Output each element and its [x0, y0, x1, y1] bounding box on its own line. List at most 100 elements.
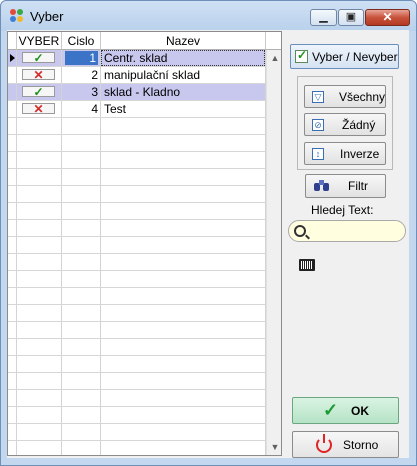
invert-label: Inverze — [340, 143, 379, 164]
cancel-button[interactable]: Storno — [292, 431, 399, 458]
title-bar[interactable]: Vyber ▁ ▣ ✕ — [1, 1, 416, 31]
empty-cell — [62, 220, 101, 236]
empty-cell — [101, 288, 266, 304]
focus-rectangle — [101, 50, 265, 66]
name-value[interactable]: manipulační sklad — [101, 67, 266, 83]
row-indicator — [8, 50, 17, 66]
empty-cell — [101, 203, 266, 219]
cross-icon: ✕ — [33, 102, 44, 116]
empty-cell — [62, 373, 101, 389]
empty-cell — [8, 390, 17, 406]
empty-cell — [8, 169, 17, 185]
select-cell[interactable]: ✓ — [17, 50, 62, 66]
select-cell[interactable]: ✕ — [17, 101, 62, 117]
select-cell[interactable]: ✓ — [17, 84, 62, 100]
empty-cell — [101, 220, 266, 236]
column-header-cislo[interactable]: Cislo — [62, 32, 101, 50]
empty-cell — [17, 271, 62, 287]
toggle-select-button[interactable]: ✓ Vyber / Nevyber — [290, 44, 399, 69]
empty-cell — [101, 373, 266, 389]
empty-cell — [8, 424, 17, 440]
current-row-arrow-icon — [10, 54, 15, 62]
column-header-nazev[interactable]: Nazev — [101, 32, 266, 50]
empty-cell — [8, 118, 17, 134]
select-none-label: Žádný — [342, 114, 375, 135]
header-corner — [266, 32, 281, 50]
select-cell[interactable]: ✕ — [17, 67, 62, 83]
select-checkbox[interactable]: ✕ — [22, 102, 55, 116]
empty-cell — [101, 322, 266, 338]
invert-selection-button[interactable]: ↕ Inverze — [304, 142, 386, 165]
close-button[interactable]: ✕ — [365, 9, 410, 26]
empty-cell — [62, 322, 101, 338]
empty-cell — [101, 254, 266, 270]
name-value[interactable]: Test — [101, 101, 266, 117]
number-cell[interactable]: 1 — [62, 50, 101, 66]
empty-cell — [8, 135, 17, 151]
number-value[interactable]: 4 — [62, 101, 101, 117]
empty-cell — [17, 254, 62, 270]
checkbox-icon: ✓ — [295, 48, 308, 63]
window-title: Vyber — [30, 9, 64, 24]
ok-button[interactable]: ✓ OK — [292, 397, 399, 424]
select-none-button[interactable]: ⊘ Žádný — [304, 113, 386, 136]
empty-row — [8, 305, 266, 322]
search-label: Hledej Text: — [311, 203, 374, 217]
empty-cell — [17, 356, 62, 372]
scroll-up-arrow-icon[interactable]: ▲ — [267, 50, 281, 66]
empty-row — [8, 220, 266, 237]
select-checkbox[interactable]: ✓ — [22, 85, 55, 99]
table-row[interactable]: ✕ 2 manipulační sklad — [8, 67, 266, 84]
minimize-button[interactable]: ▁ — [310, 9, 337, 26]
number-value[interactable]: 2 — [62, 67, 101, 83]
empty-cell — [101, 271, 266, 287]
invert-text: Inverze — [340, 146, 380, 161]
empty-cell — [8, 220, 17, 236]
name-cell[interactable]: Centr. sklad — [101, 50, 266, 66]
vertical-scrollbar[interactable]: ▲ ▼ — [266, 50, 281, 455]
select-checkbox[interactable]: ✓ — [22, 51, 55, 65]
empty-cell — [101, 407, 266, 423]
empty-row — [8, 135, 266, 152]
empty-cell — [101, 441, 266, 455]
empty-cell — [17, 118, 62, 134]
filter-button[interactable]: Filtr — [305, 174, 386, 198]
empty-cell — [62, 203, 101, 219]
check-icon: ✓ — [33, 51, 44, 65]
table-row[interactable]: ✓ 1 Centr. sklad — [8, 50, 266, 67]
empty-row — [8, 152, 266, 169]
check-icon: ✓ — [323, 400, 339, 420]
maximize-icon: ▣ — [345, 11, 357, 23]
table-row[interactable]: ✕ 4 Test — [8, 101, 266, 118]
empty-row — [8, 390, 266, 407]
empty-cell — [62, 356, 101, 372]
empty-cell — [8, 186, 17, 202]
data-grid[interactable]: VYBER Cislo Nazev ✓ 1 Centr. sklad ✕ 2 m… — [7, 31, 282, 456]
empty-cell — [62, 169, 101, 185]
empty-row — [8, 203, 266, 220]
empty-cell — [17, 237, 62, 253]
empty-cell — [8, 356, 17, 372]
maximize-button[interactable]: ▣ — [338, 9, 364, 26]
cancel-label: Storno — [343, 437, 379, 452]
empty-cell — [62, 288, 101, 304]
filter-label: Filtr — [348, 179, 368, 193]
name-value[interactable]: sklad - Kladno — [101, 84, 266, 100]
number-value[interactable]: 3 — [62, 84, 101, 100]
barcode-icon[interactable] — [299, 259, 315, 271]
row-indicator — [8, 67, 17, 83]
table-row[interactable]: ✓ 3 sklad - Kladno — [8, 84, 266, 101]
empty-cell — [17, 203, 62, 219]
select-all-button[interactable]: ▽ Všechny — [304, 85, 386, 108]
column-header-vyber[interactable]: VYBER — [17, 32, 62, 50]
app-icon — [10, 9, 24, 23]
empty-row — [8, 118, 266, 135]
search-input[interactable] — [288, 220, 406, 242]
empty-row — [8, 254, 266, 271]
select-all-text: Všechny — [339, 89, 386, 104]
cross-icon: ✕ — [33, 68, 44, 82]
empty-cell — [62, 339, 101, 355]
select-checkbox[interactable]: ✕ — [22, 68, 55, 82]
empty-row — [8, 322, 266, 339]
scroll-down-arrow-icon[interactable]: ▼ — [267, 439, 281, 455]
